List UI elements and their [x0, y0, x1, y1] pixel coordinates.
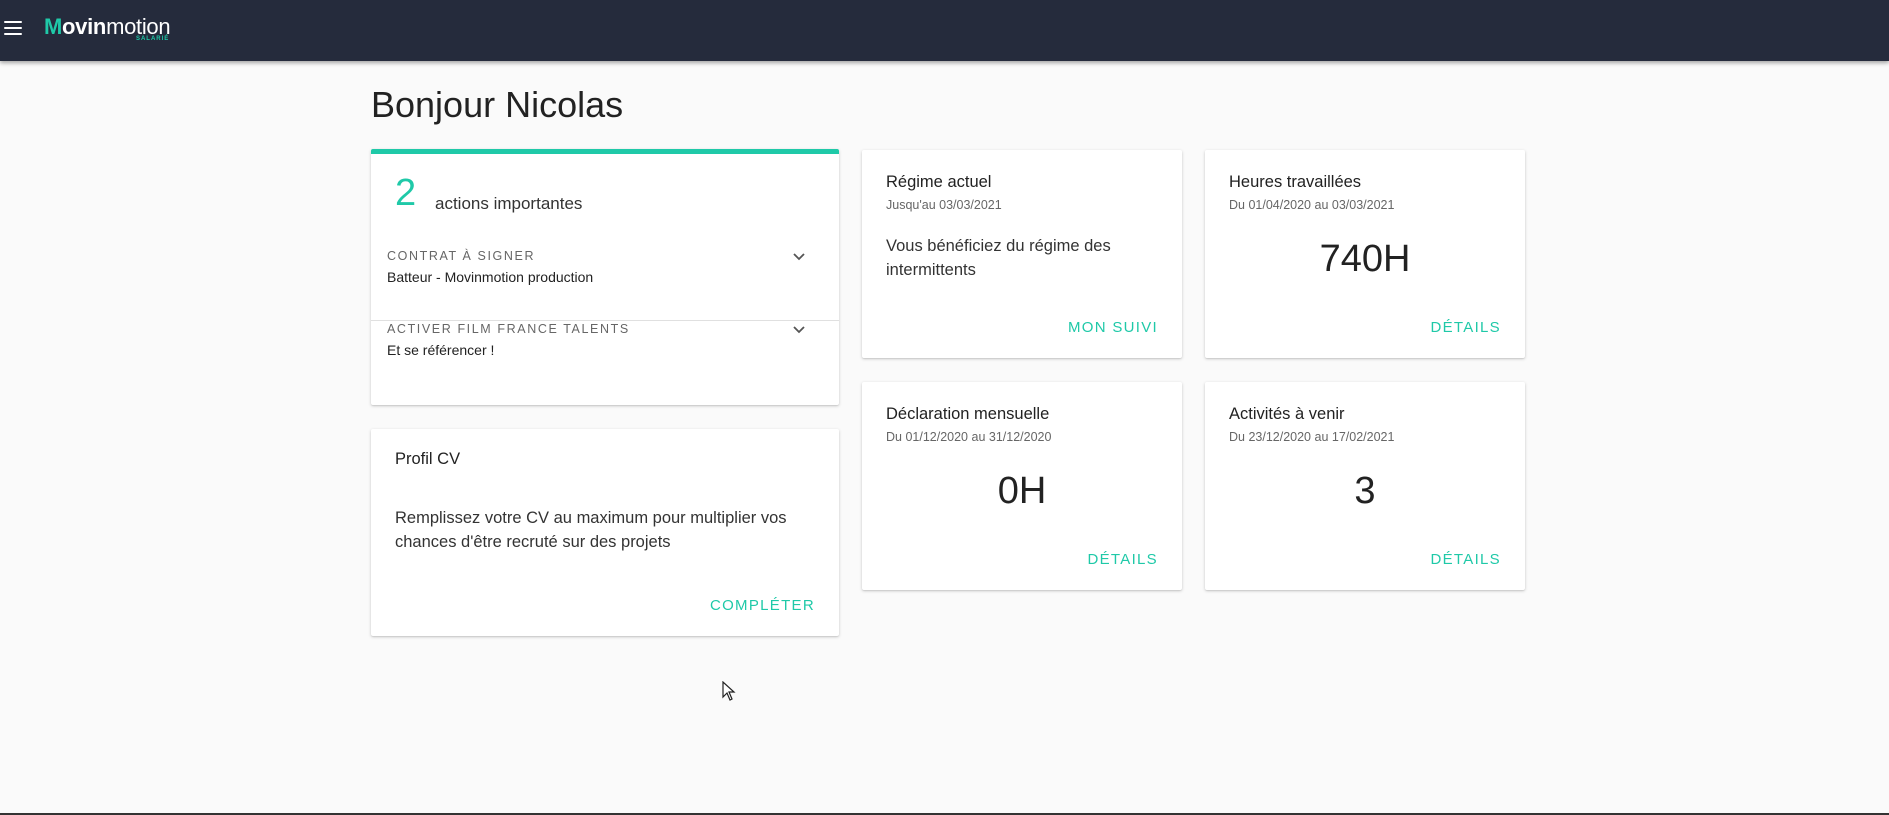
hours-value: 740H — [1319, 238, 1411, 280]
hours-worked-card: Heures travaillées Du 01/04/2020 au 03/0… — [1205, 150, 1525, 358]
card-title: Activités à venir — [1229, 405, 1345, 423]
card-title: Déclaration mensuelle — [886, 405, 1050, 423]
my-tracking-link[interactable]: MON SUIVI — [1068, 319, 1158, 336]
movinmotion-logo[interactable]: Movinmotion SALARIÉ — [44, 14, 171, 44]
declaration-value: 0H — [997, 470, 1047, 512]
actions-count: 2 — [395, 172, 417, 214]
declaration-details-link[interactable]: DÉTAILS — [1087, 551, 1158, 568]
card-body: Remplissez votre CV au maximum pour mult… — [395, 509, 787, 551]
current-regime-card: Régime actuel Jusqu'au 03/03/2021 Vous b… — [862, 150, 1182, 358]
hamburger-menu-icon[interactable] — [4, 19, 22, 37]
card-subtitle: Du 01/12/2020 au 31/12/2020 — [886, 430, 1052, 444]
mouse-cursor-icon — [722, 681, 736, 701]
upcoming-activities-card: Activités à venir Du 23/12/2020 au 17/02… — [1205, 382, 1525, 590]
cv-profile-card: Profil CV Remplissez votre CV au maximum… — [371, 429, 839, 636]
hours-details-link[interactable]: DÉTAILS — [1430, 319, 1501, 336]
card-title: Profil CV — [395, 450, 461, 468]
card-subtitle: Du 23/12/2020 au 17/02/2021 — [1229, 430, 1395, 444]
upcoming-value: 3 — [1354, 470, 1376, 512]
logo-subtitle: SALARIÉ — [135, 36, 170, 42]
chevron-down-icon[interactable] — [791, 249, 807, 265]
chevron-down-icon[interactable] — [791, 322, 807, 338]
card-subtitle: Du 01/04/2020 au 03/03/2021 — [1229, 198, 1395, 212]
action-kicker: CONTRAT À SIGNER — [387, 249, 536, 263]
top-app-bar: Movinmotion SALARIÉ — [0, 0, 1889, 61]
logo-m: M — [44, 14, 63, 39]
action-kicker: ACTIVER FILM FRANCE TALENTS — [387, 322, 630, 336]
logo-bold: ovin — [62, 14, 107, 39]
action-item-film-france-talents[interactable]: ACTIVER FILM FRANCE TALENTS Et se référe… — [371, 322, 839, 394]
complete-cv-link[interactable]: COMPLÉTER — [710, 597, 815, 614]
monthly-declaration-card: Déclaration mensuelle Du 01/12/2020 au 3… — [862, 382, 1182, 590]
action-subtitle: Batteur - Movinmotion production — [387, 269, 594, 285]
action-subtitle: Et se référencer ! — [387, 342, 495, 358]
actions-label: actions importantes — [435, 194, 583, 213]
page-title: Bonjour Nicolas — [371, 84, 624, 125]
important-actions-card: 2 actions importantes CONTRAT À SIGNER B… — [371, 149, 839, 405]
card-body: Vous bénéficiez du régime des intermitte… — [886, 237, 1111, 279]
card-title: Heures travaillées — [1229, 173, 1362, 191]
upcoming-details-link[interactable]: DÉTAILS — [1430, 551, 1501, 568]
action-item-contract[interactable]: CONTRAT À SIGNER Batteur - Movinmotion p… — [371, 249, 839, 321]
card-subtitle: Jusqu'au 03/03/2021 — [886, 198, 1002, 212]
card-title: Régime actuel — [886, 173, 992, 191]
